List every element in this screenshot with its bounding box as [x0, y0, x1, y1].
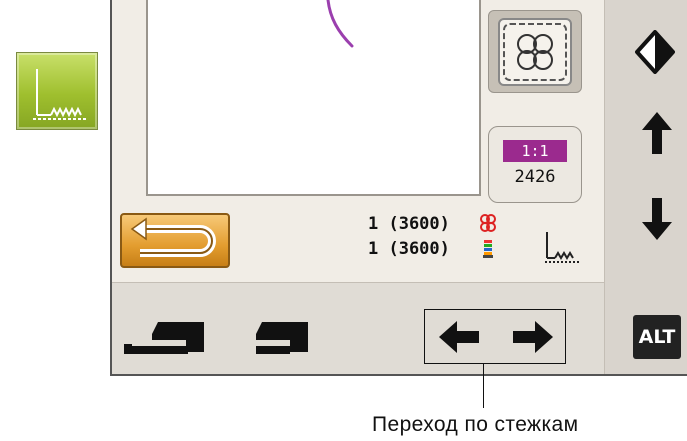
- stitch-line-icon: [33, 69, 87, 120]
- arrow-down-icon[interactable]: [640, 196, 674, 242]
- stitch-back-icon[interactable]: [425, 315, 495, 359]
- color-block-icon: [480, 214, 496, 232]
- thread-spool-icon: [483, 240, 493, 258]
- back-button[interactable]: [120, 213, 230, 268]
- zoom-value: 2426: [514, 167, 556, 187]
- color-block-counter: 1 (3600): [368, 214, 450, 234]
- stitch-mode-button[interactable]: [16, 52, 98, 130]
- alt-button[interactable]: ALT: [633, 315, 681, 359]
- embroidery-canvas[interactable]: [146, 0, 481, 196]
- arrow-up-icon[interactable]: [640, 110, 674, 156]
- stitch-navigation: [424, 309, 566, 364]
- mirror-icon[interactable]: [635, 30, 675, 74]
- zoom-ratio: 1:1: [503, 140, 567, 162]
- return-arrow-icon: [130, 217, 216, 257]
- callout-line: [483, 364, 484, 408]
- hoop-icon: [498, 18, 572, 86]
- embroidery-stitch-path: [326, 0, 354, 48]
- thread-counter: 1 (3600): [368, 239, 450, 259]
- stitch-forward-icon[interactable]: [497, 315, 567, 359]
- presser-foot-long-icon[interactable]: [122, 318, 212, 358]
- stitch-type-icon: [545, 232, 579, 263]
- presser-foot-short-icon[interactable]: [252, 318, 316, 358]
- annotation-caption: Переход по стежкам: [372, 413, 579, 436]
